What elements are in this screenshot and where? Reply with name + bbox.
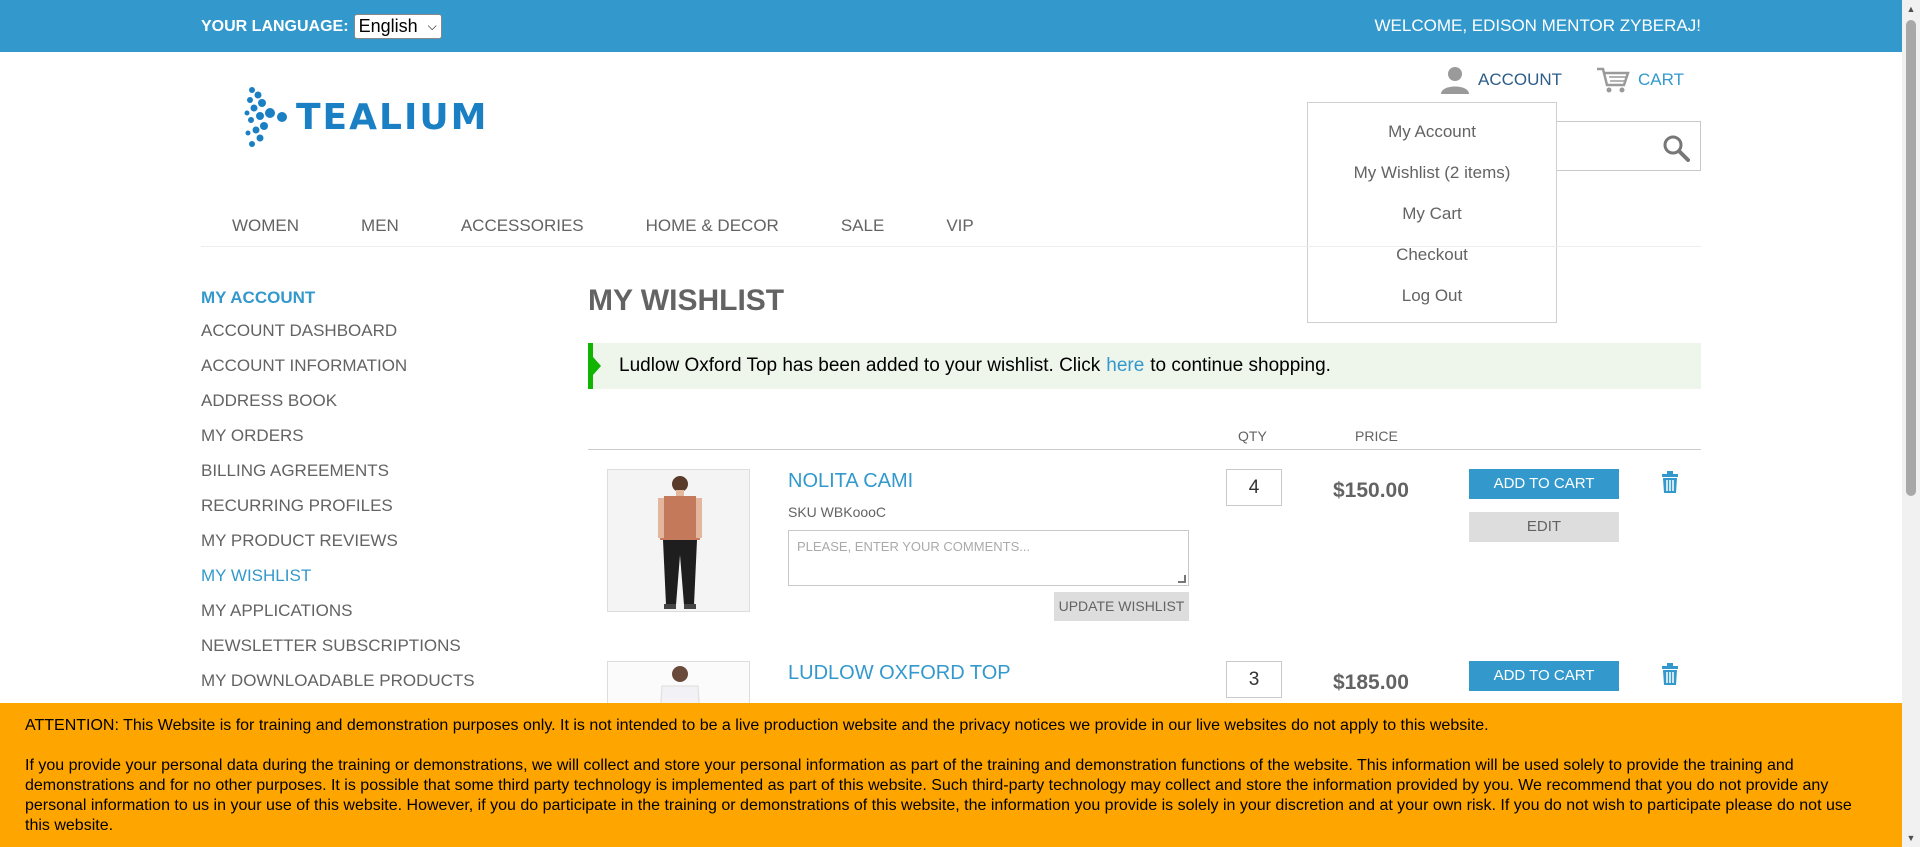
scroll-down-icon[interactable]: ▼	[1902, 829, 1920, 847]
product-image[interactable]	[607, 661, 750, 703]
site-logo[interactable]: TEALIUM	[244, 86, 488, 148]
update-wishlist-button[interactable]: UPDATE WISHLIST	[1054, 592, 1189, 621]
qty-input[interactable]: 3	[1226, 661, 1282, 698]
add-to-cart-button[interactable]: ADD TO CART	[1469, 469, 1619, 499]
product-name-link[interactable]: LUDLOW OXFORD TOP	[788, 662, 1011, 685]
logo-text: TEALIUM	[296, 96, 489, 138]
comment-textarea[interactable]: PLEASE, ENTER YOUR COMMENTS...	[788, 530, 1189, 586]
trash-icon[interactable]	[1661, 663, 1679, 685]
nav-item-accessories[interactable]: ACCESSORIES	[430, 216, 615, 246]
language-select[interactable]: English ⌵	[353, 14, 442, 39]
menu-item-my-wishlist[interactable]: My Wishlist (2 items)	[1308, 152, 1556, 193]
product-price: $185.00	[1333, 671, 1409, 694]
menu-item-my-account[interactable]: My Account	[1308, 111, 1556, 152]
nav-item-vip[interactable]: VIP	[915, 216, 1004, 246]
add-to-cart-button[interactable]: ADD TO CART	[1469, 661, 1619, 691]
nav-item-women[interactable]: WOMEN	[201, 216, 330, 246]
column-qty: QTY	[1238, 428, 1267, 444]
notice-text: Ludlow Oxford Top has been added to your…	[619, 355, 1101, 376]
attention-paragraph-2: If you provide your personal data during…	[25, 757, 1852, 834]
account-sidebar: MY ACCOUNT ACCOUNT DASHBOARD ACCOUNT INF…	[201, 288, 475, 705]
chevron-down-icon: ⌵	[427, 19, 437, 33]
sidebar-item-newsletter-subscriptions[interactable]: NEWSLETTER SUBSCRIPTIONS	[201, 635, 475, 670]
language-value: English	[358, 16, 418, 36]
wishlist-row: LUDLOW OXFORD TOP 3 $185.00 ADD TO CART	[588, 661, 1701, 703]
sidebar-title: MY ACCOUNT	[201, 288, 316, 307]
sidebar-item-account-dashboard[interactable]: ACCOUNT DASHBOARD	[201, 320, 475, 355]
product-image[interactable]	[607, 469, 750, 612]
trash-icon[interactable]	[1661, 471, 1679, 493]
notice-arrow-icon	[593, 357, 601, 375]
search-input[interactable]	[1555, 121, 1701, 171]
nav-item-men[interactable]: MEN	[330, 216, 430, 246]
sidebar-item-recurring-profiles[interactable]: RECURRING PROFILES	[201, 495, 475, 530]
comment-placeholder: PLEASE, ENTER YOUR COMMENTS...	[797, 539, 1031, 554]
success-notice: Ludlow Oxford Top has been added to your…	[588, 343, 1701, 389]
cart-icon	[1597, 67, 1630, 93]
nav-item-home-decor[interactable]: HOME & DECOR	[615, 216, 810, 246]
menu-item-log-out[interactable]: Log Out	[1308, 275, 1556, 316]
top-bar: YOUR LANGUAGE: English ⌵ WELCOME, EDISON…	[0, 0, 1902, 52]
wishlist-row: NOLITA CAMI SKU WBKoooC PLEASE, ENTER YO…	[588, 469, 1701, 629]
edit-button[interactable]: EDIT	[1469, 512, 1619, 542]
sidebar-item-my-wishlist[interactable]: MY WISHLIST	[201, 565, 475, 600]
language-label: YOUR LANGUAGE:	[201, 17, 349, 35]
cart-link[interactable]: CART	[1596, 66, 1684, 94]
scroll-up-icon[interactable]: ▲	[1902, 0, 1920, 18]
nav-item-sale[interactable]: SALE	[810, 216, 915, 246]
product-sku: SKU WBKoooC	[788, 504, 887, 520]
product-name-link[interactable]: NOLITA CAMI	[788, 470, 913, 493]
notice-text-end: to continue shopping.	[1150, 355, 1331, 376]
scrollbar-thumb[interactable]	[1906, 20, 1916, 496]
continue-shopping-link[interactable]: here	[1106, 355, 1144, 377]
language-selector-wrap: YOUR LANGUAGE: English ⌵	[201, 14, 442, 39]
attention-banner: ATTENTION: This Website is for training …	[0, 703, 1902, 847]
page-title: MY WISHLIST	[588, 284, 785, 317]
page-scrollbar[interactable]: ▲ ▼	[1902, 0, 1920, 847]
search-icon[interactable]	[1662, 134, 1690, 162]
sidebar-item-my-product-reviews[interactable]: MY PRODUCT REVIEWS	[201, 530, 475, 565]
wishlist-table-header: QTY PRICE	[588, 428, 1701, 450]
sidebar-item-billing-agreements[interactable]: BILLING AGREEMENTS	[201, 460, 475, 495]
product-price: $150.00	[1333, 479, 1409, 502]
main-nav: WOMEN MEN ACCESSORIES HOME & DECOR SALE …	[201, 216, 1701, 247]
sidebar-item-my-applications[interactable]: MY APPLICATIONS	[201, 600, 475, 635]
sidebar-item-my-orders[interactable]: MY ORDERS	[201, 425, 475, 460]
account-label: ACCOUNT	[1478, 70, 1563, 89]
product-photo-nolita-cami	[608, 470, 749, 611]
sidebar-item-my-downloadable-products[interactable]: MY DOWNLOADABLE PRODUCTS	[201, 670, 475, 705]
product-photo-ludlow-oxford-top	[608, 662, 749, 703]
logo-mark-icon	[244, 87, 287, 147]
attention-paragraph-1: ATTENTION: This Website is for training …	[25, 717, 1489, 734]
resize-handle-icon[interactable]	[1178, 575, 1186, 583]
account-dropdown-menu: My Account My Wishlist (2 items) My Cart…	[1307, 102, 1557, 323]
qty-input[interactable]: 4	[1226, 469, 1282, 506]
welcome-message: WELCOME, EDISON MENTOR ZYBERAJ!	[1374, 16, 1701, 35]
account-link[interactable]: ACCOUNT	[1440, 66, 1562, 94]
column-price: PRICE	[1355, 428, 1398, 444]
sidebar-item-address-book[interactable]: ADDRESS BOOK	[201, 390, 475, 425]
user-icon	[1441, 67, 1469, 94]
cart-label: CART	[1638, 70, 1684, 89]
sidebar-item-account-information[interactable]: ACCOUNT INFORMATION	[201, 355, 475, 390]
